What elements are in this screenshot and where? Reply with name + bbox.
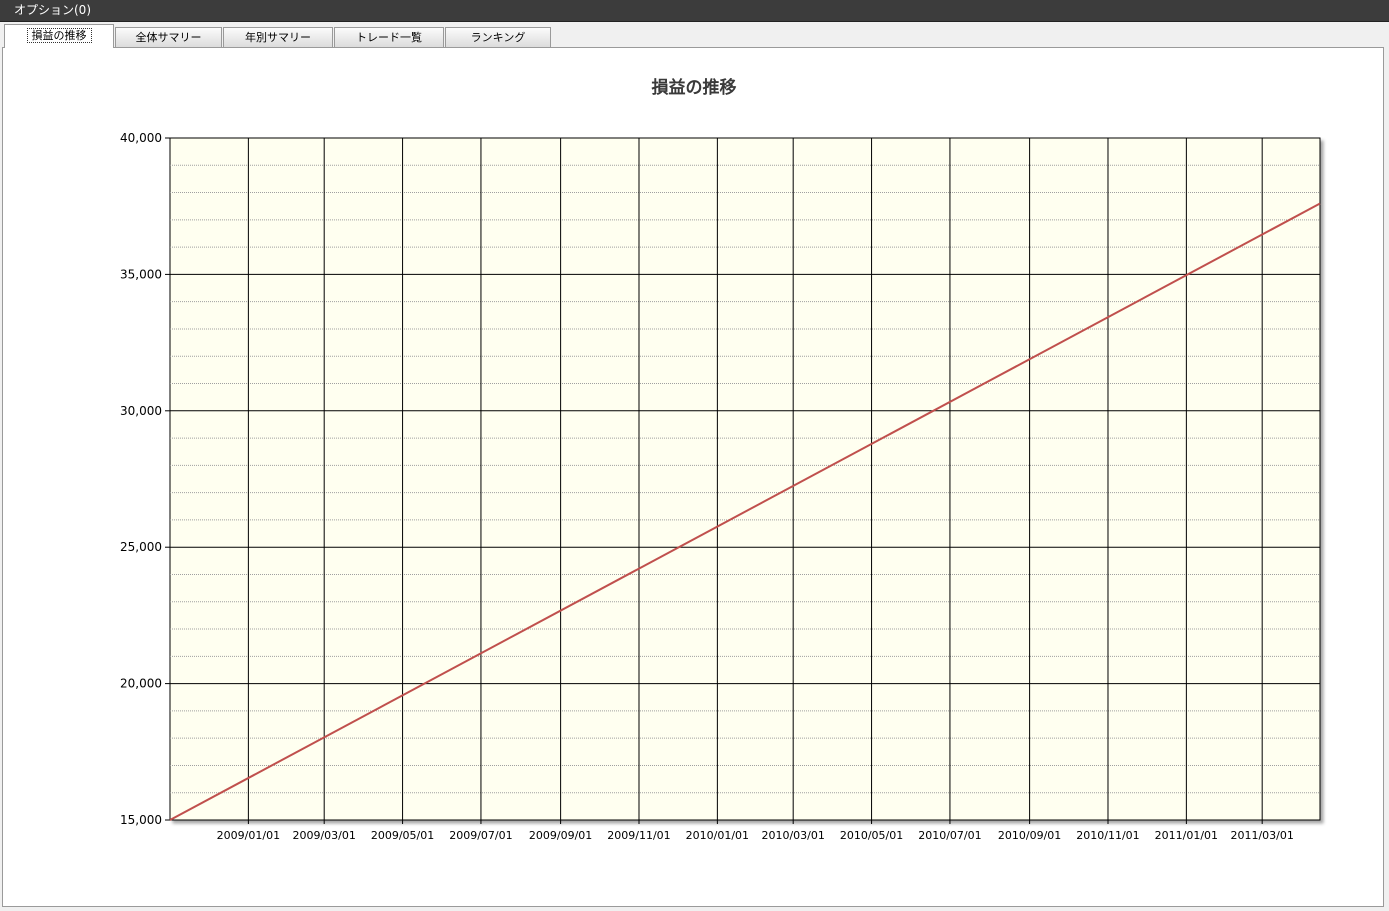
x-tick-label: 2009/03/01 (292, 829, 355, 842)
y-tick-label: 25,000 (120, 540, 162, 554)
y-tick-label: 15,000 (120, 813, 162, 827)
y-tick-label: 35,000 (120, 267, 162, 281)
tab-ranking[interactable]: ランキング (445, 27, 551, 47)
x-tick-label: 2009/09/01 (529, 829, 592, 842)
chart-panel: 損益の推移 15,000 20,000 25,000 30,000 35,000 40,0… (2, 47, 1384, 907)
plot-area (169, 137, 1321, 821)
x-tick-label: 2011/03/01 (1230, 829, 1293, 842)
tab-pnl-trend[interactable]: 損益の推移 (4, 24, 114, 48)
pnl-chart: 損益の推移 15,000 20,000 25,000 30,000 35,000 40,0… (120, 77, 1321, 842)
tab-label: 損益の推移 (26, 28, 92, 43)
options-menu[interactable]: オプション(0) (14, 3, 91, 18)
tab-label: 年別サマリー (245, 31, 311, 44)
x-tick-label: 2010/11/01 (1076, 829, 1139, 842)
tab-label: ランキング (470, 31, 526, 44)
x-tick-label: 2009/01/01 (217, 829, 280, 842)
x-tick-label: 2011/01/01 (1155, 829, 1218, 842)
x-tick-label: 2009/11/01 (607, 829, 670, 842)
tab-yearly-summary[interactable]: 年別サマリー (223, 27, 333, 47)
y-tick-label: 20,000 (120, 677, 162, 691)
x-tick-label: 2010/03/01 (761, 829, 824, 842)
x-tick-label: 2009/07/01 (449, 829, 512, 842)
status-strip (0, 907, 1389, 911)
x-tick-label: 2010/05/01 (840, 829, 903, 842)
menu-bar: オプション(0) (0, 0, 1389, 22)
tab-overall-summary[interactable]: 全体サマリー (115, 27, 222, 47)
tab-trade-list[interactable]: トレード一覧 (334, 27, 444, 47)
x-tick-label: 2010/09/01 (998, 829, 1061, 842)
y-tick-label: 30,000 (120, 404, 162, 418)
tab-label: トレード一覧 (356, 31, 422, 44)
x-tick-label: 2010/01/01 (686, 829, 749, 842)
x-tick-label: 2009/05/01 (371, 829, 434, 842)
tab-label: 全体サマリー (135, 31, 202, 44)
chart-title: 損益の推移 (652, 77, 737, 98)
tab-strip: 損益の推移 全体サマリー 年別サマリー トレード一覧 ランキング (0, 24, 1389, 48)
y-tick-label: 40,000 (120, 131, 162, 145)
x-tick-label: 2010/07/01 (918, 829, 981, 842)
